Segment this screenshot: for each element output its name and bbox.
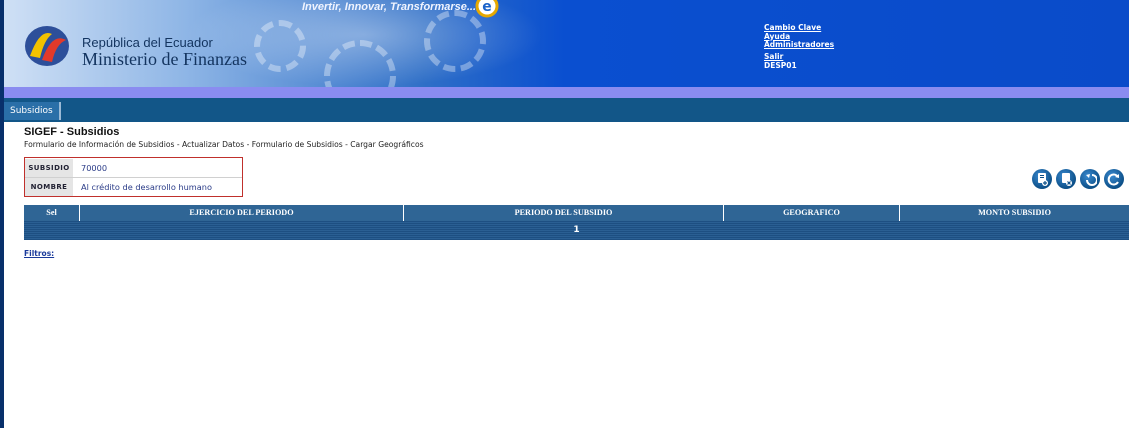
- subsidio-value: 70000: [81, 163, 108, 173]
- column-periodo: PERIODO DEL SUBSIDIO: [404, 205, 724, 221]
- nav-bar: Subsidios: [4, 98, 1129, 122]
- refresh-icon: [1107, 173, 1119, 186]
- filters-link[interactable]: Filtros:: [24, 249, 54, 258]
- republic-label: República del Ecuador: [82, 35, 213, 50]
- refresh-button[interactable]: [1104, 169, 1124, 189]
- column-sel: Sel: [24, 205, 80, 221]
- back-button[interactable]: [1080, 169, 1100, 189]
- subsidy-info-box: SUBSIDIO 70000 NOMBRE Al crédito de desa…: [24, 157, 243, 197]
- ministry-logo-icon: [25, 26, 69, 66]
- svg-text:e: e: [482, 0, 492, 15]
- table-header: Sel EJERCICIO DEL PERIODO PERIODO DEL SU…: [24, 205, 1129, 221]
- column-geografico: GEOGRAFICO: [724, 205, 900, 221]
- add-button[interactable]: [1032, 169, 1052, 189]
- nombre-row: NOMBRE Al crédito de desarrollo humano: [25, 178, 242, 196]
- back-arrow-icon: [1086, 174, 1097, 186]
- gear-decoration: [424, 10, 486, 72]
- table-pager: 1: [24, 221, 1129, 240]
- page-title: SIGEF - Subsidios: [24, 126, 120, 138]
- delete-icon: [1062, 173, 1072, 186]
- action-toolbar: [1032, 169, 1129, 191]
- logout-link[interactable]: Salir: [764, 52, 834, 62]
- current-user: DESP01: [764, 61, 797, 71]
- page-number-link[interactable]: 1: [24, 221, 1129, 240]
- browser-e-icon: e: [475, 0, 499, 18]
- header-links: Cambio Clave Ayuda Administradores Salir…: [764, 23, 834, 71]
- tab-subsidios[interactable]: Subsidios: [4, 102, 61, 120]
- add-icon: [1038, 173, 1048, 186]
- page-header: República del Ecuador Ministerio de Fina…: [4, 0, 1129, 87]
- gear-decoration: [254, 20, 306, 72]
- delete-button[interactable]: [1056, 169, 1076, 189]
- ministry-title: Ministerio de Finanzas: [82, 49, 247, 69]
- subsidio-row: SUBSIDIO 70000: [25, 159, 242, 177]
- breadcrumb: Formulario de Información de Subsidios -…: [24, 140, 424, 149]
- column-ejercicio: EJERCICIO DEL PERIODO: [80, 205, 404, 221]
- administrators-link[interactable]: Administradores: [764, 41, 834, 50]
- subsidio-label: SUBSIDIO: [25, 159, 73, 177]
- column-monto: MONTO SUBSIDIO: [978, 208, 1051, 217]
- nombre-label: NOMBRE: [25, 178, 73, 196]
- header-divider: [4, 87, 1129, 98]
- slogan-text: Invertir, Innovar, Transformarse...: [302, 1, 477, 13]
- nombre-value: Al crédito de desarrollo humano: [81, 182, 212, 192]
